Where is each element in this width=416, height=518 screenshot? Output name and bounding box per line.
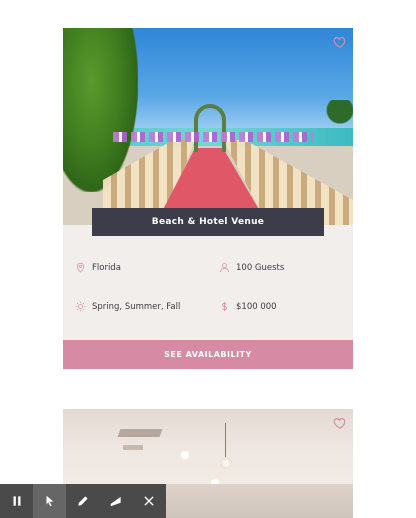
see-availability-button[interactable]: SEE AVAILABILITY: [63, 340, 353, 369]
venue-photo: [63, 28, 353, 225]
cursor-icon: [46, 495, 53, 507]
price-info: $100 000: [219, 301, 277, 312]
guests-text: 100 Guests: [236, 262, 285, 273]
photo-chandelier: [220, 457, 232, 469]
seasons-text: Spring, Summer, Fall: [92, 301, 181, 312]
cursor-tool-button[interactable]: [33, 484, 66, 518]
sun-icon: [75, 301, 86, 312]
favorite-heart-icon[interactable]: [333, 416, 347, 430]
photo-wedding-arch: [194, 104, 226, 152]
close-icon: [143, 496, 154, 506]
venue-title: Beach & Hotel Venue: [92, 208, 324, 236]
dollar-icon: [222, 301, 228, 312]
pause-button[interactable]: [0, 484, 33, 518]
map-pin-icon: [76, 262, 85, 273]
location-info: Florida: [75, 262, 121, 273]
guests-info: 100 Guests: [219, 262, 284, 273]
favorite-heart-icon[interactable]: [333, 35, 347, 49]
photo-ceiling-light: [181, 451, 189, 459]
eraser-icon: [110, 496, 121, 507]
pause-icon: [13, 496, 20, 506]
photo-flowers: [113, 132, 313, 142]
price-text: $100 000: [236, 301, 277, 312]
photo-ceiling-vent: [123, 445, 143, 450]
photo-ceiling-vent: [117, 429, 163, 437]
pencil-icon: [77, 496, 88, 506]
eraser-tool-button[interactable]: [99, 484, 132, 518]
close-toolbar-button[interactable]: [132, 484, 165, 518]
photo-palm-right: [325, 100, 353, 134]
seasons-info: Spring, Summer, Fall: [75, 301, 180, 312]
pencil-tool-button[interactable]: [66, 484, 99, 518]
annotation-toolbar: [0, 484, 166, 518]
venue-card: Beach & Hotel Venue Florida 100 Guests S…: [63, 28, 353, 369]
person-icon: [220, 263, 229, 273]
location-text: Florida: [92, 262, 121, 273]
